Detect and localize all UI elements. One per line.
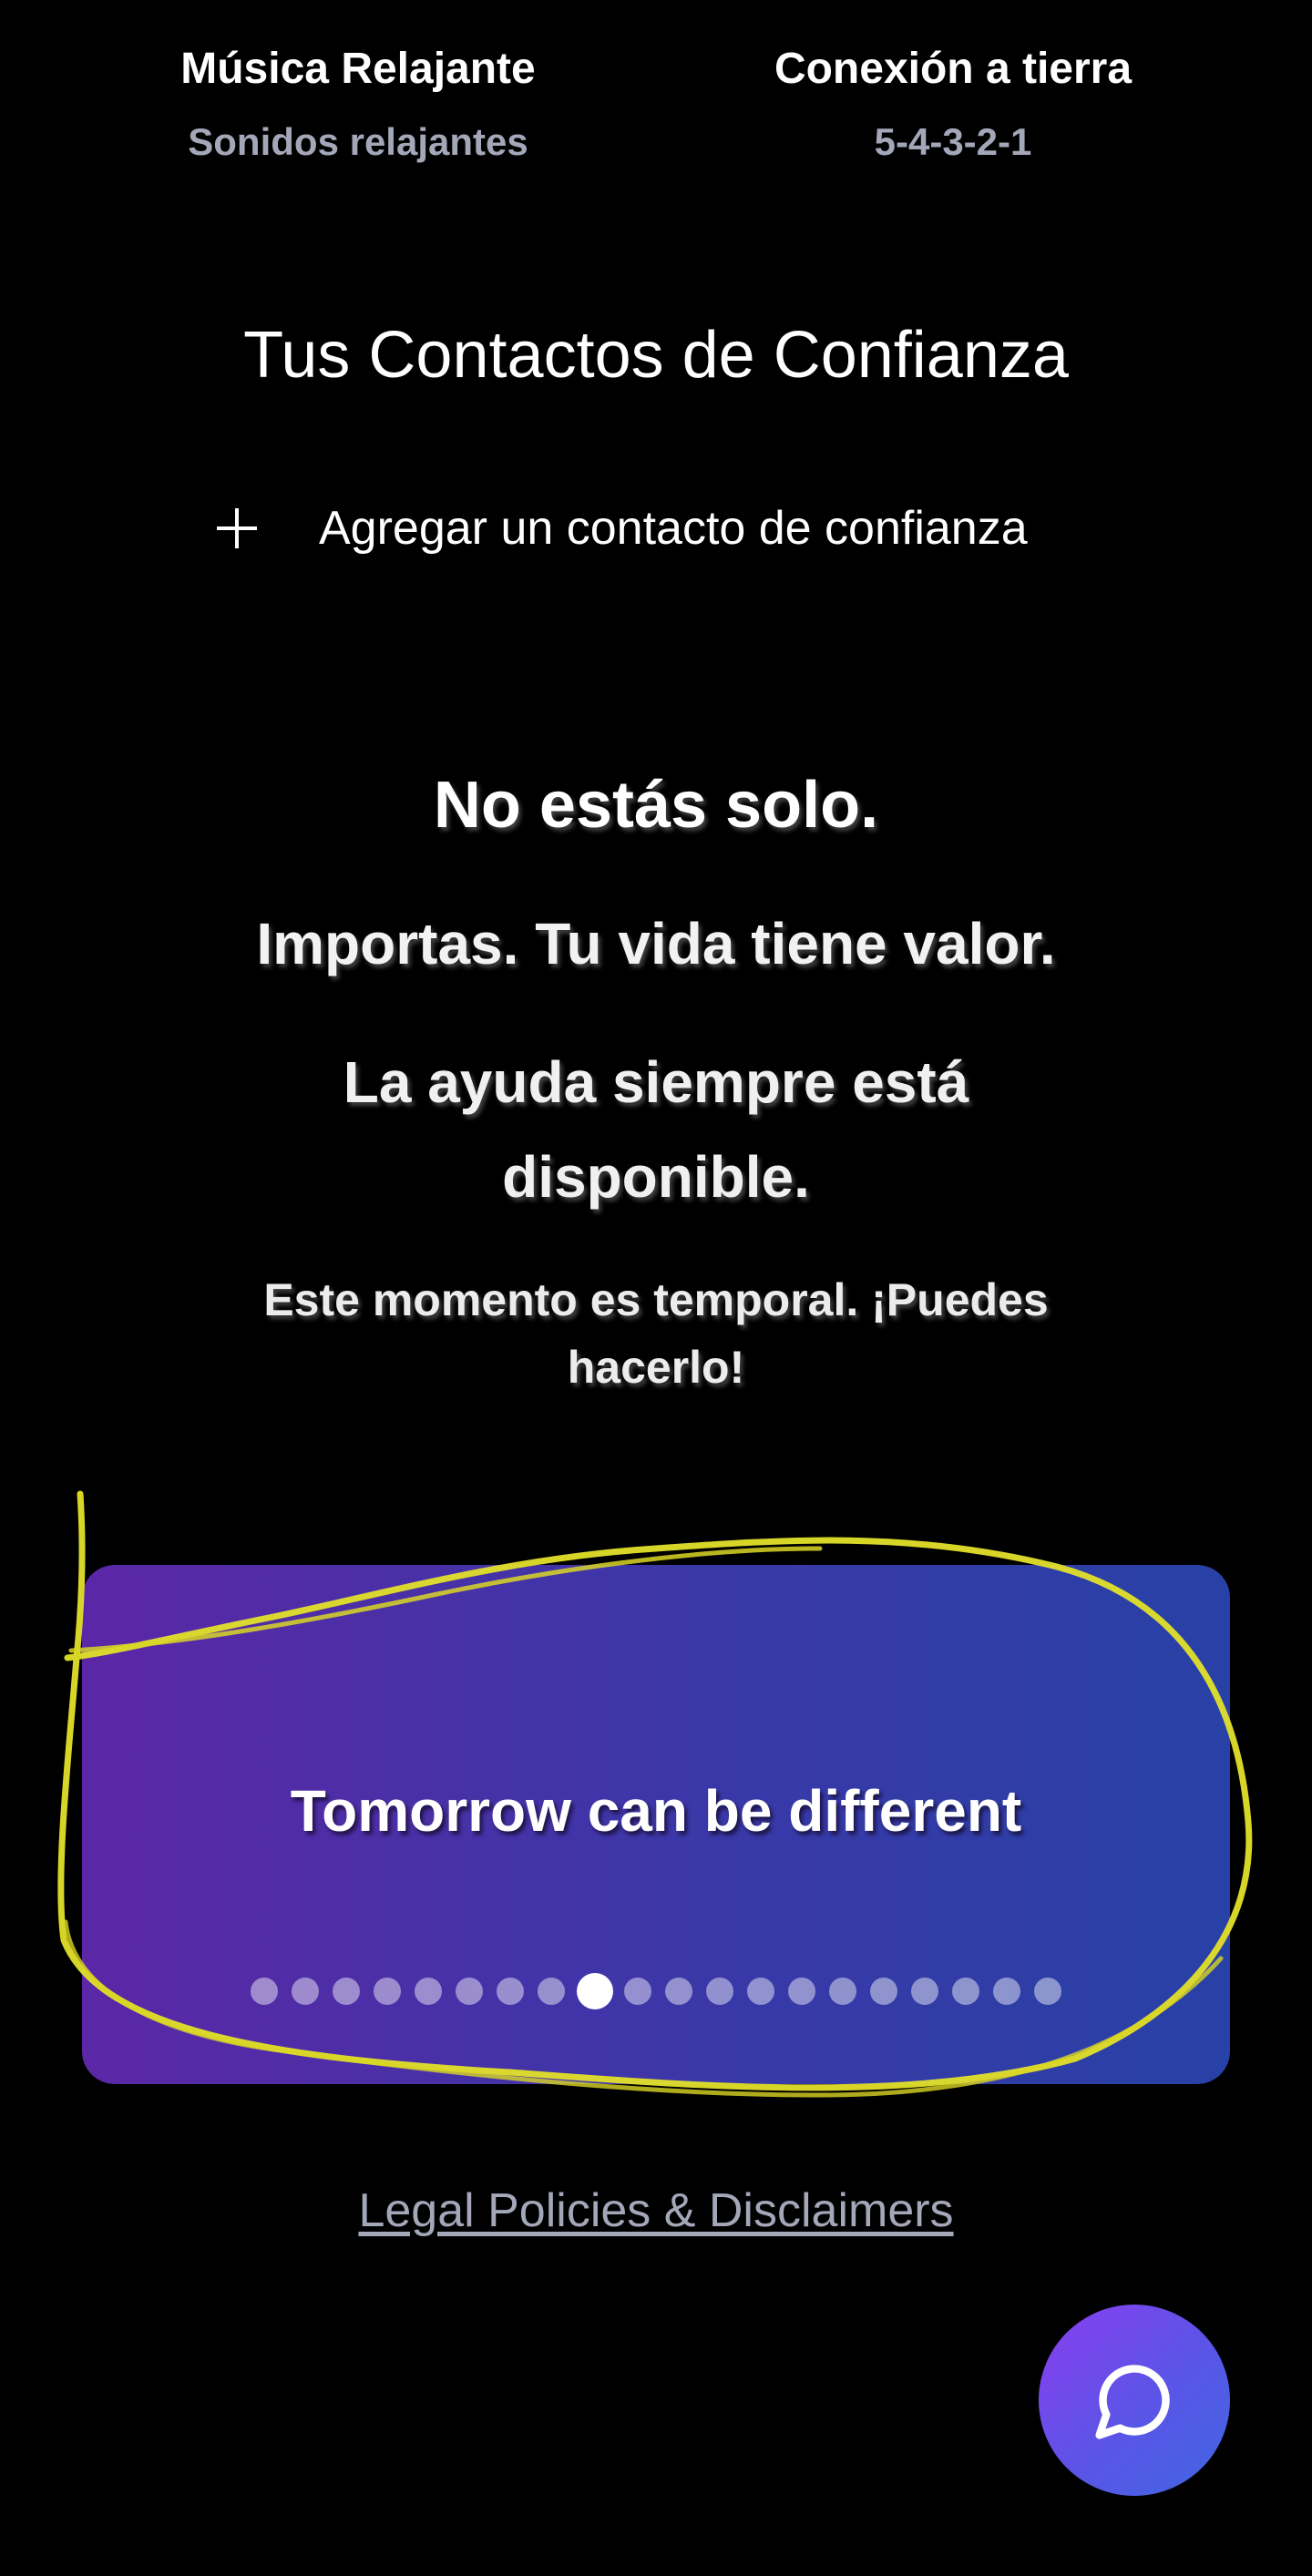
carousel-dot[interactable] — [456, 1978, 483, 2005]
carousel-dot[interactable] — [374, 1978, 401, 2005]
tool-title: Música Relajante — [180, 45, 536, 93]
carousel-dot[interactable] — [952, 1978, 979, 2005]
add-trusted-contact-button[interactable]: Agregar un contacto de confianza — [210, 492, 1028, 565]
carousel-dot[interactable] — [788, 1978, 815, 2005]
carousel-dot[interactable] — [538, 1978, 565, 2005]
carousel-pagination — [82, 1973, 1230, 2009]
message-help-available: La ayuda siempre está disponible. — [343, 1049, 969, 1210]
trusted-contacts-heading: Tus Contactos de Confianza — [243, 319, 1069, 392]
message-not-alone: No estás solo. — [433, 769, 879, 842]
tool-relaxing-music[interactable]: Música Relajante Sonidos relajantes — [103, 36, 613, 171]
carousel-dot[interactable] — [292, 1978, 319, 2005]
carousel-dot[interactable] — [911, 1978, 938, 2005]
carousel-dot[interactable] — [706, 1978, 733, 2005]
tool-subtitle: 5-4-3-2-1 — [874, 120, 1032, 163]
carousel-dot[interactable] — [497, 1978, 524, 2005]
chat-bubble-icon — [1095, 2365, 1170, 2439]
carousel-dot[interactable] — [665, 1978, 692, 2005]
legal-footer: Legal Policies & Disclaimers — [0, 2177, 1312, 2244]
plus-icon — [210, 501, 264, 556]
tool-subtitle: Sonidos relajantes — [188, 120, 528, 163]
carousel-dot[interactable] — [415, 1978, 442, 2005]
affirmation-carousel[interactable]: Tomorrow can be different — [82, 1565, 1230, 2084]
carousel-dot[interactable] — [1034, 1978, 1061, 2005]
tool-title: Conexión a tierra — [774, 45, 1133, 93]
chat-button[interactable] — [1039, 2305, 1230, 2496]
tool-grounding[interactable]: Conexión a tierra 5-4-3-2-1 — [698, 36, 1208, 171]
carousel-slide-text: Tomorrow can be different — [290, 1778, 1022, 1844]
carousel-dot[interactable] — [993, 1978, 1020, 2005]
message-you-matter: Importas. Tu vida tiene valor. — [256, 911, 1056, 976]
carousel-dot-active[interactable] — [576, 1973, 613, 2009]
message-temporary: Este momento es temporal. ¡Puedes hacerl… — [263, 1274, 1049, 1393]
carousel-dot[interactable] — [333, 1978, 360, 2005]
add-contact-label: Agregar un contacto de confianza — [319, 502, 1028, 555]
carousel-dot[interactable] — [251, 1978, 278, 2005]
carousel-dot[interactable] — [870, 1978, 897, 2005]
carousel-dot[interactable] — [747, 1978, 774, 2005]
legal-policies-link[interactable]: Legal Policies & Disclaimers — [358, 2184, 953, 2237]
carousel-dot[interactable] — [829, 1978, 856, 2005]
carousel-dot[interactable] — [624, 1978, 651, 2005]
